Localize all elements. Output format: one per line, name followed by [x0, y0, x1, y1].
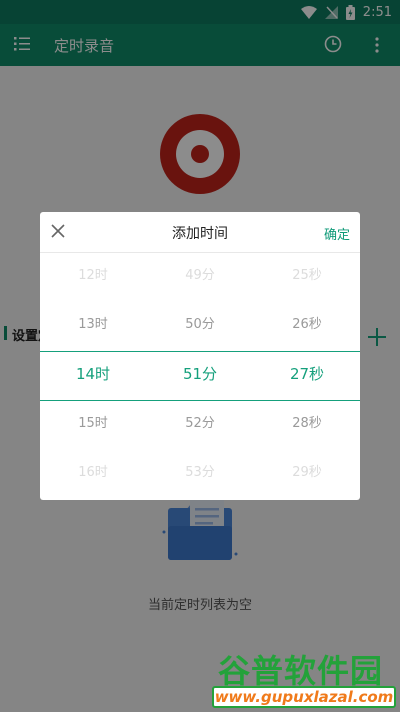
picker-option-selected[interactable]: 51分	[147, 364, 253, 384]
picker-option[interactable]: 52分	[147, 414, 253, 434]
picker-option[interactable]: 12时	[40, 266, 146, 286]
watermark: 谷普软件园 www.gupuxlazal.com	[212, 646, 396, 710]
hour-wheel[interactable]: 12时 13时 14时 15时 16时	[40, 252, 146, 500]
add-time-dialog: 添加时间 确定 12时 13时 14时 15时 16时 49分 50分 51分 52分 53分 …	[40, 212, 360, 500]
picker-option[interactable]: 13时	[40, 315, 146, 335]
picker-option[interactable]: 50分	[147, 315, 253, 335]
picker-option[interactable]: 16时	[40, 463, 146, 483]
time-picker: 12时 13时 14时 15时 16时 49分 50分 51分 52分 53分 25秒 26秒 27…	[40, 252, 360, 500]
second-wheel[interactable]: 25秒 26秒 27秒 28秒 29秒	[254, 252, 360, 500]
minute-wheel[interactable]: 49分 50分 51分 52分 53分	[147, 252, 253, 500]
picker-option-selected[interactable]: 14时	[40, 364, 146, 384]
watermark-url: www.gupuxlazal.com	[212, 686, 396, 708]
picker-option-selected[interactable]: 27秒	[254, 364, 360, 384]
picker-option[interactable]: 49分	[147, 266, 253, 286]
picker-option[interactable]: 25秒	[254, 266, 360, 286]
picker-option[interactable]: 15时	[40, 414, 146, 434]
confirm-button[interactable]: 确定	[324, 224, 350, 243]
picker-option[interactable]: 29秒	[254, 463, 360, 483]
selection-line-bottom	[40, 400, 360, 401]
picker-option[interactable]: 26秒	[254, 315, 360, 335]
picker-option[interactable]: 53分	[147, 463, 253, 483]
picker-option[interactable]: 28秒	[254, 414, 360, 434]
dialog-title: 添加时间	[172, 226, 228, 242]
selection-line-top	[40, 351, 360, 352]
